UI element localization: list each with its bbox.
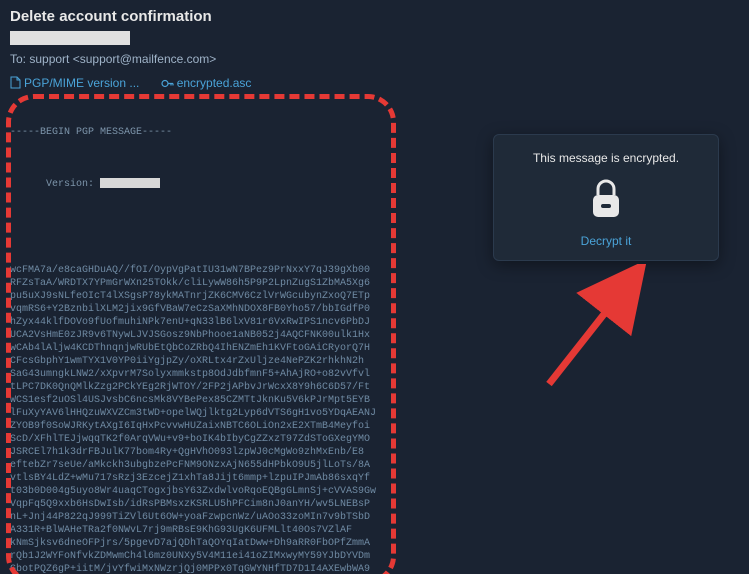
pgp-line: vqmRS6+Y2BznbilXLM2jix9GfVBaW7eCzSaXMhND… xyxy=(10,303,380,316)
attachment-encrypted-label: encrypted.asc xyxy=(177,76,252,90)
pgp-line: RFZsTaA/WRDTX7YPmGrWXn25TOkk/cliLywW86h5… xyxy=(10,277,380,290)
pgp-line: rQb1J2WYFoNfvkZDMwmCh4l6mz0UNXy5V4M11ei4… xyxy=(10,550,380,563)
pgp-line: nL+Jnj44P822qJ999TiZVl6Ut6OW+yoaFzwpcnWz… xyxy=(10,511,380,524)
to-label: support xyxy=(29,52,69,66)
pgp-line: t03b0D004g5uyo8Wr4uaqCTogxjbsY63ZxdwlvoR… xyxy=(10,485,380,498)
pgp-line: pu5uXJ9sNLfeOIcT4lXSgsP78ykMATnrjZK6CMV6… xyxy=(10,290,380,303)
sender-redacted xyxy=(10,31,130,45)
page-title: Delete account confirmation xyxy=(10,8,739,25)
pgp-line: SaG43umngkLNW2/xXpvrM7Solyxmmkstp8OdJdbf… xyxy=(10,368,380,381)
to-prefix: To: xyxy=(10,52,29,66)
pgp-line: hZyx44klfDOVo9fUofmuhiNPk7enU+qN33lB6lxV… xyxy=(10,316,380,329)
encrypted-message-text: This message is encrypted. xyxy=(516,151,696,165)
attachment-encrypted-asc[interactable]: encrypted.asc xyxy=(161,76,252,90)
pgp-line: GbotPQZ6gP+iitM/jvYfwiMxNWzrjQj0MPPx0TqG… xyxy=(10,563,380,574)
pgp-line: vtlsBY4LdZ+wMu717sRzj3EzcejZ1xhTa8Jijt6m… xyxy=(10,472,380,485)
pgp-version-label: Version: xyxy=(46,179,100,190)
pgp-line: lFuXyYAV6lHHQzuWXVZCm3tWD+opelWQjlktg2Ly… xyxy=(10,407,380,420)
pgp-line: eftebZr7seUe/aMkckh3ubgbzePcFNM9ONzxAjN6… xyxy=(10,459,380,472)
attachment-pgp-mime[interactable]: PGP/MIME version ... xyxy=(10,76,143,90)
pgp-version-line: Version: xyxy=(10,165,380,204)
pgp-line: UCA2VsHmE0zJR9v6TNywLJVJSGosz9NbPhooe1aN… xyxy=(10,329,380,342)
pgp-message-block: -----BEGIN PGP MESSAGE----- Version: wcF… xyxy=(10,100,380,574)
file-icon xyxy=(10,76,21,92)
pgp-line: A331R+BlWAHeTRa2f0NWvL7rj9mRBsE9KhG93UgK… xyxy=(10,524,380,537)
pgp-version-redacted xyxy=(100,178,160,188)
pgp-line: VqpFq5Q9xxb6HsDwIsb/idRsPBMsxzKSRLU5hPFC… xyxy=(10,498,380,511)
to-email: <support@mailfence.com> xyxy=(73,52,217,66)
pgp-line: JSRCEl7h1k3drFBJulK77bom4Ry+QgHVhO093lzp… xyxy=(10,446,380,459)
pgp-line: ZYOB9f0SoWJRKytAXgI6IqHxPcvvwHUZaixNBTC6… xyxy=(10,420,380,433)
pgp-line: ScD/XFhlTEJjwqqTK2f0ArqVWu+v9+boIK4bIbyC… xyxy=(10,433,380,446)
pgp-line: tLPC7DK0QnQMlkZzg2PCkYEg2RjWTOY/2FP2jAPb… xyxy=(10,381,380,394)
pgp-line: wCAb4lAljw4KCDThnqnjwRUbEtQbCoZRbQ4IhENZ… xyxy=(10,342,380,355)
to-line: To: support <support@mailfence.com> xyxy=(10,52,739,66)
pgp-line: kNmSjksv6dneOFPjrs/5pgevD7ajQDhTaQOYqIat… xyxy=(10,537,380,550)
pgp-line: WCS1esf2uOSl4USJvsbC6ncsMk8VYBePex85CZMT… xyxy=(10,394,380,407)
encrypted-tooltip: This message is encrypted. Decrypt it xyxy=(493,134,719,261)
pgp-line: CFcsGbphY1wmTYX1V0YP0iiYgjpZy/oXRLtx4rZx… xyxy=(10,355,380,368)
key-icon xyxy=(161,78,174,92)
pgp-line: wcFMA7a/e8caGHDuAQ//fOI/OypVgPatIU31wN7B… xyxy=(10,264,380,277)
pgp-begin-line: -----BEGIN PGP MESSAGE----- xyxy=(10,126,380,139)
decrypt-button[interactable]: Decrypt it xyxy=(516,234,696,248)
annotation-red-arrow xyxy=(539,264,659,394)
lock-icon xyxy=(516,177,696,224)
attachment-pgp-mime-label: PGP/MIME version ... xyxy=(24,76,139,90)
